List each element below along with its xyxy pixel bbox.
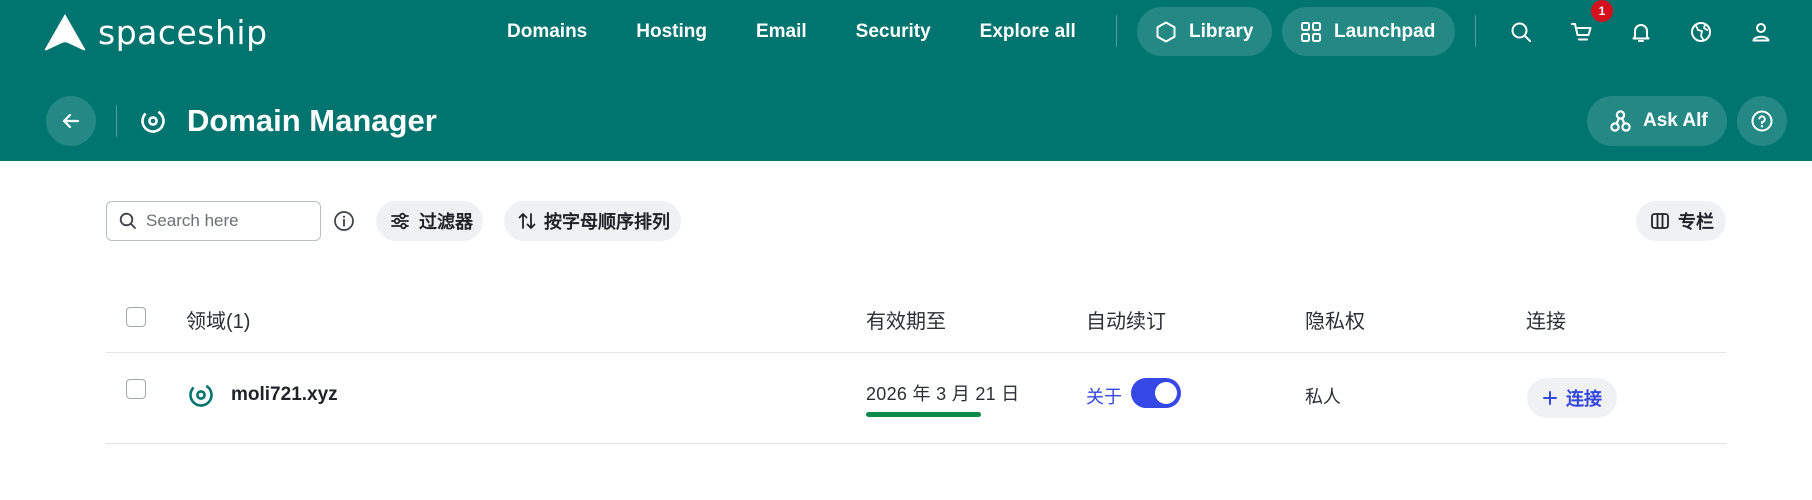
search-icon <box>1511 22 1531 42</box>
question-circle-icon <box>1751 110 1773 132</box>
launchpad-label: Launchpad <box>1334 20 1436 42</box>
column-header-autorenew[interactable]: 自动续订 <box>1086 305 1166 334</box>
nav-security[interactable]: Security <box>856 21 931 43</box>
plus-icon <box>1543 391 1557 405</box>
ask-alf-button[interactable]: Ask Alf <box>1587 96 1727 146</box>
hexagon-icon <box>1156 21 1176 42</box>
domain-target-icon <box>141 109 165 133</box>
brand-name: spaceship <box>98 12 268 52</box>
domain-target-icon <box>189 383 213 407</box>
sliders-icon <box>391 212 409 230</box>
cart-icon <box>1571 23 1592 41</box>
column-header-expires[interactable]: 有效期至 <box>866 305 946 334</box>
sort-button[interactable]: 按字母顺序排列 <box>504 201 681 241</box>
arrow-left-icon <box>62 113 80 129</box>
nav-domains[interactable]: Domains <box>507 21 587 43</box>
column-header-domain[interactable]: 领域(1) <box>186 305 250 334</box>
library-label: Library <box>1189 20 1254 42</box>
globe-icon <box>1691 22 1711 42</box>
language-button[interactable] <box>1684 15 1718 49</box>
ask-alf-label: Ask Alf <box>1643 110 1708 131</box>
connect-button[interactable]: 连接 <box>1527 378 1617 418</box>
back-button[interactable] <box>46 96 96 146</box>
search-button[interactable] <box>1504 15 1538 49</box>
title-divider <box>116 105 117 137</box>
account-button[interactable] <box>1744 15 1778 49</box>
expiration-progress-bar <box>866 412 981 417</box>
columns-button[interactable]: 专栏 <box>1636 201 1726 241</box>
filter-label: 过滤器 <box>419 212 473 232</box>
notifications-button[interactable] <box>1624 15 1658 49</box>
table-row-domain: moli721.xyz <box>187 378 338 412</box>
row-checkbox[interactable] <box>126 379 146 399</box>
cart-count-badge: 1 <box>1591 0 1613 22</box>
search-input[interactable] <box>146 211 306 231</box>
brand-logo[interactable]: spaceship <box>44 12 268 52</box>
filter-button[interactable]: 过滤器 <box>376 201 483 241</box>
columns-icon <box>1651 213 1669 229</box>
page-title: Domain Manager <box>187 103 437 138</box>
privacy-status: 私人 <box>1305 387 1341 407</box>
domain-search-box[interactable] <box>106 201 321 241</box>
cart-button[interactable] <box>1565 15 1599 49</box>
autorenew-toggle[interactable] <box>1131 378 1181 408</box>
ai-assistant-icon <box>1610 110 1631 132</box>
help-button[interactable] <box>1737 96 1787 146</box>
page-title-group: Domain Manager <box>139 100 437 142</box>
library-button[interactable]: Library <box>1137 7 1272 56</box>
row-divider <box>106 443 1726 444</box>
columns-label: 专栏 <box>1678 212 1714 232</box>
search-icon <box>119 212 136 229</box>
sort-arrows-icon <box>518 213 536 229</box>
bell-icon <box>1632 24 1650 42</box>
column-header-privacy[interactable]: 隐私权 <box>1305 305 1365 334</box>
domain-name-link[interactable]: moli721.xyz <box>231 384 338 406</box>
spaceship-logo-icon <box>44 14 86 51</box>
grid-icon <box>1301 21 1321 42</box>
top-navigation: Domains Hosting Email Security Explore a… <box>507 12 1076 52</box>
search-info-button[interactable] <box>332 209 356 233</box>
nav-divider <box>1116 15 1117 47</box>
connect-label: 连接 <box>1566 389 1602 409</box>
toggle-knob <box>1155 382 1177 404</box>
expiration-date: 2026 年 3 月 21 日 <box>866 384 1020 404</box>
sort-label: 按字母顺序排列 <box>544 212 670 232</box>
select-all-checkbox[interactable] <box>126 307 146 327</box>
actions-divider <box>1475 15 1476 47</box>
nav-explore-all[interactable]: Explore all <box>980 21 1076 43</box>
nav-hosting[interactable]: Hosting <box>636 21 707 43</box>
launchpad-button[interactable]: Launchpad <box>1282 7 1455 56</box>
info-icon <box>334 211 354 231</box>
autorenew-label: 关于 <box>1086 387 1122 407</box>
header-divider <box>106 352 1726 353</box>
column-header-connect[interactable]: 连接 <box>1526 305 1566 334</box>
app-header: spaceship Domains Hosting Email Security… <box>0 0 1812 161</box>
user-icon <box>1752 23 1770 42</box>
nav-email[interactable]: Email <box>756 21 807 43</box>
